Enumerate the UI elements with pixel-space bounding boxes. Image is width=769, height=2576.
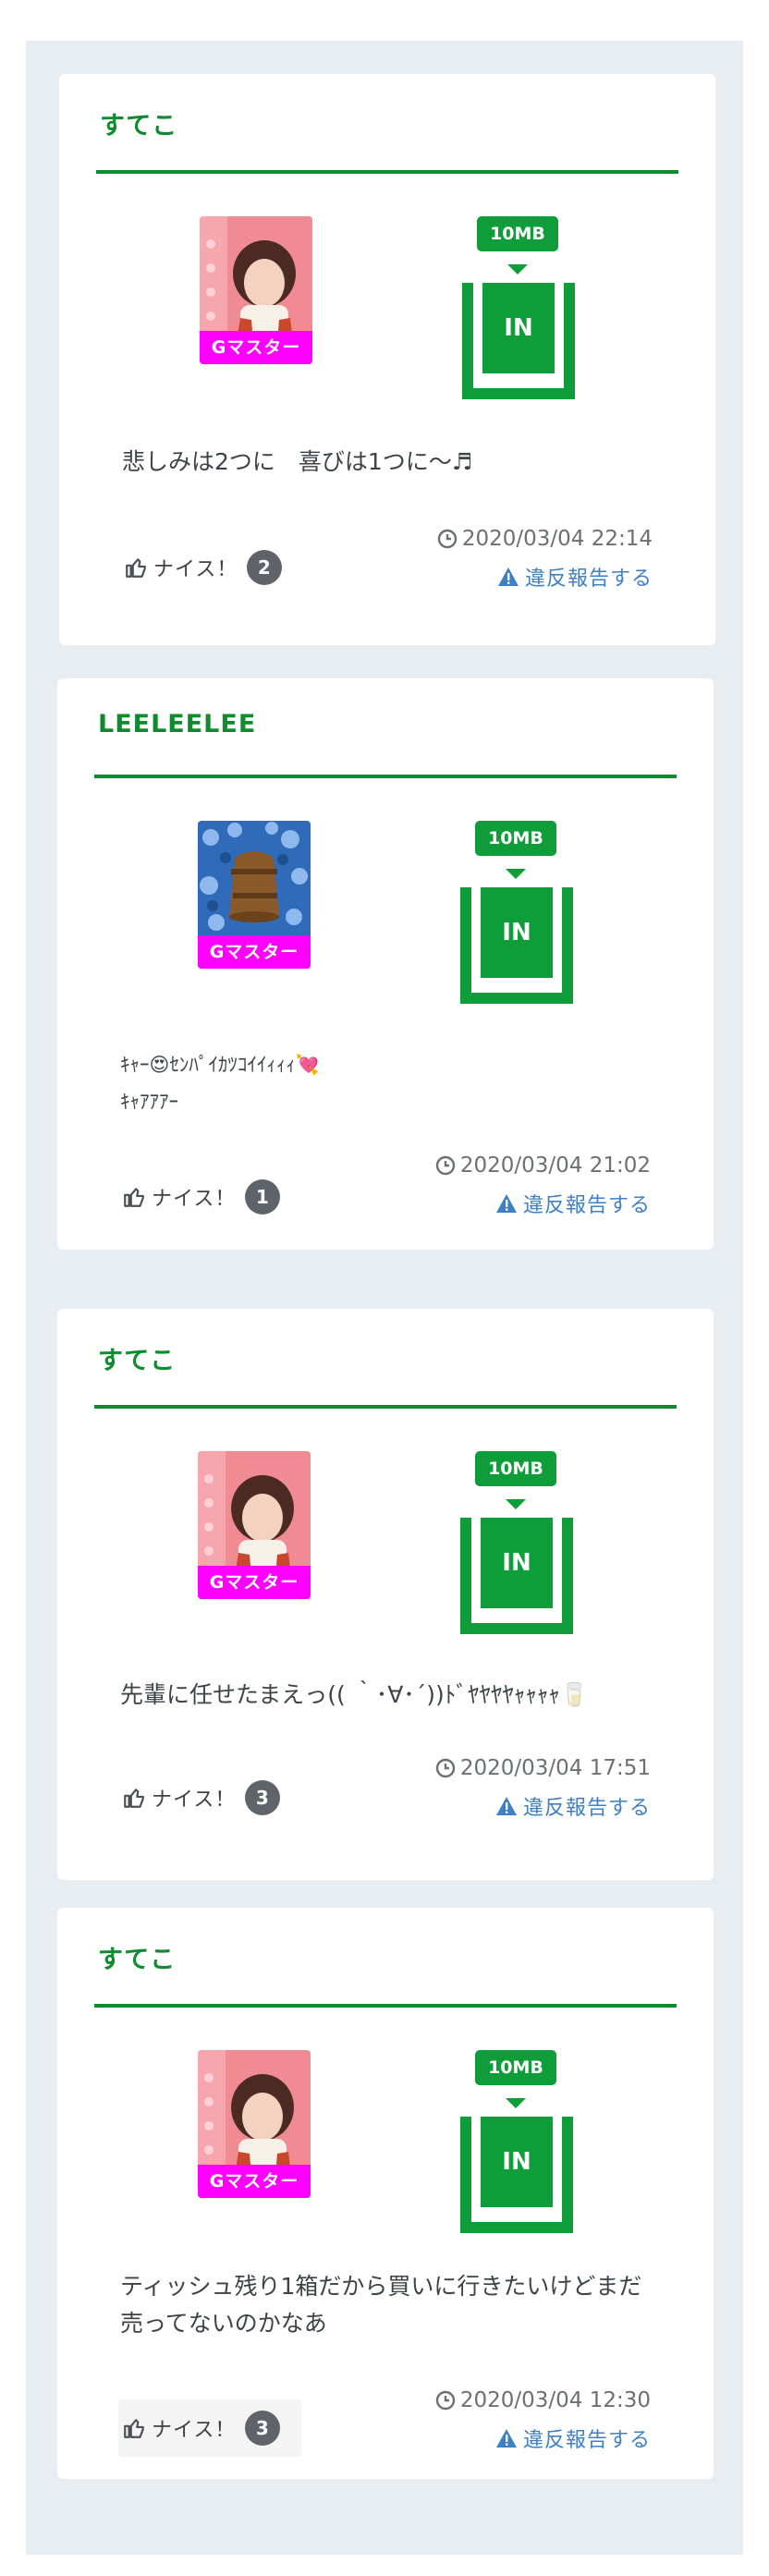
arrow-down-icon — [506, 2098, 526, 2108]
divider — [94, 775, 677, 778]
like-count: 3 — [245, 2411, 281, 2446]
post-message: ｷｬｰ😍ｾﾝﾊﾟｲｶﾂｺｲｲｨｨｨ💘 ｷｬｱｱｱｰ — [120, 1046, 656, 1120]
post-message: 悲しみは2つに 喜びは1つに〜♬ — [122, 448, 473, 475]
report-link[interactable]: 違反報告する — [495, 1791, 651, 1821]
avatar[interactable]: Gマスター — [200, 216, 312, 364]
report-label: 違反報告する — [522, 1194, 651, 1217]
like-button[interactable]: ナイス！ 3 — [118, 2399, 301, 2457]
report-link[interactable]: 違反報告する — [495, 2423, 651, 2453]
clock-icon — [435, 2390, 456, 2411]
size-badge: 10MB — [475, 1451, 556, 1486]
arrow-down-icon — [506, 869, 526, 879]
avatar[interactable]: Gマスター — [198, 821, 311, 969]
post-timestamp: 2020/03/04 22:14 — [436, 527, 653, 551]
report-label: 違反報告する — [522, 2429, 651, 2452]
rank-badge: Gマスター — [198, 2165, 311, 2198]
post-card: すてこ Gマスター 10MB IN ティッシュ残り1箱だから買いに行きたいけどま… — [57, 1908, 714, 2479]
arrow-down-icon — [506, 1499, 526, 1509]
like-count: 3 — [245, 1780, 281, 1815]
like-label: ナイス！ — [153, 558, 238, 581]
post-card: すてこ Gマスター 10MB IN 先輩に任せたまえっ(( ｀･∀･´))ﾄﾞﾔ… — [57, 1309, 714, 1880]
post-timestamp: 2020/03/04 12:30 — [434, 2388, 651, 2412]
timestamp-text: 2020/03/04 17:51 — [459, 1756, 651, 1780]
timestamp-text: 2020/03/04 22:14 — [461, 527, 653, 551]
divider — [96, 170, 678, 174]
like-count: 1 — [245, 1179, 281, 1215]
like-button[interactable]: ナイス！ 3 — [118, 1769, 301, 1826]
rank-badge: Gマスター — [198, 1566, 311, 1599]
in-box: IN — [460, 2117, 573, 2233]
post-message: 先輩に任せたまえっ(( ｀･∀･´))ﾄﾞﾔﾔﾔﾔｬｬｬｬ🥛 — [120, 1681, 589, 1708]
like-label: ナイス！ — [152, 1789, 237, 1812]
divider — [94, 1405, 677, 1409]
clock-icon — [435, 1155, 456, 1176]
avatar[interactable]: Gマスター — [198, 2050, 311, 2198]
thumbs-up-icon — [126, 558, 146, 578]
report-link[interactable]: 違反報告する — [497, 562, 653, 592]
arrow-down-icon — [507, 264, 528, 275]
post-card: LEELEELEE Gマスター 10MB IN ｷｬｰ😍ｾﾝﾊﾟｲｶﾂｺｲｲｨｨ… — [57, 678, 714, 1250]
poster-name[interactable]: すてこ — [98, 1939, 176, 1975]
avatar[interactable]: Gマスター — [198, 1451, 311, 1599]
like-button[interactable]: ナイス！ 2 — [120, 539, 303, 596]
warning-icon — [497, 568, 519, 586]
message-line: ｷｬｰ😍ｾﾝﾊﾟｲｶﾂｺｲｲｨｨｨ💘 — [120, 1054, 321, 1076]
in-box: IN — [460, 1518, 573, 1634]
warning-icon — [495, 1194, 517, 1213]
in-label: IN — [481, 887, 553, 978]
poster-name[interactable]: LEELEELEE — [98, 710, 256, 739]
post-timestamp: 2020/03/04 21:02 — [434, 1154, 651, 1178]
message-line: ｷｬｱｱｱｰ — [120, 1091, 178, 1113]
in-label: IN — [481, 2117, 553, 2207]
timestamp-text: 2020/03/04 21:02 — [459, 1154, 651, 1178]
thumbs-up-icon — [124, 1789, 144, 1808]
warning-icon — [495, 2429, 517, 2448]
report-link[interactable]: 違反報告する — [495, 1189, 651, 1218]
rank-badge: Gマスター — [200, 331, 312, 364]
post-card: すてこ Gマスター 10MB IN 悲しみは2つに 喜びは1つに〜♬ ナイス！ — [59, 74, 715, 645]
thumbs-up-icon — [124, 1188, 144, 1207]
timestamp-text: 2020/03/04 12:30 — [459, 2388, 651, 2412]
clock-icon — [437, 529, 458, 549]
poster-name[interactable]: すてこ — [100, 105, 177, 141]
clock-icon — [435, 1758, 456, 1778]
in-label: IN — [481, 1518, 553, 1608]
size-badge: 10MB — [475, 2050, 556, 2085]
report-label: 違反報告する — [522, 1797, 651, 1820]
size-badge: 10MB — [475, 821, 556, 856]
report-label: 違反報告する — [524, 568, 653, 591]
size-badge: 10MB — [477, 216, 558, 251]
poster-name[interactable]: すてこ — [98, 1340, 176, 1376]
thumbs-up-icon — [124, 2419, 144, 2438]
post-message: ティッシュ残り1箱だから買いに行きたいけどまだ売ってないのかなあ — [120, 2273, 642, 2337]
rank-badge: Gマスター — [198, 935, 311, 969]
like-label: ナイス！ — [152, 2419, 237, 2442]
warning-icon — [495, 1797, 517, 1815]
post-timestamp: 2020/03/04 17:51 — [434, 1756, 651, 1780]
like-count: 2 — [247, 550, 283, 585]
in-box: IN — [462, 283, 575, 399]
post-feed: すてこ Gマスター 10MB IN 悲しみは2つに 喜びは1つに〜♬ ナイス！ — [26, 41, 743, 2555]
like-button[interactable]: ナイス！ 1 — [118, 1168, 301, 1226]
divider — [94, 2004, 677, 2008]
in-label: IN — [482, 283, 555, 373]
like-label: ナイス！ — [152, 1188, 237, 1211]
in-box: IN — [460, 887, 573, 1004]
